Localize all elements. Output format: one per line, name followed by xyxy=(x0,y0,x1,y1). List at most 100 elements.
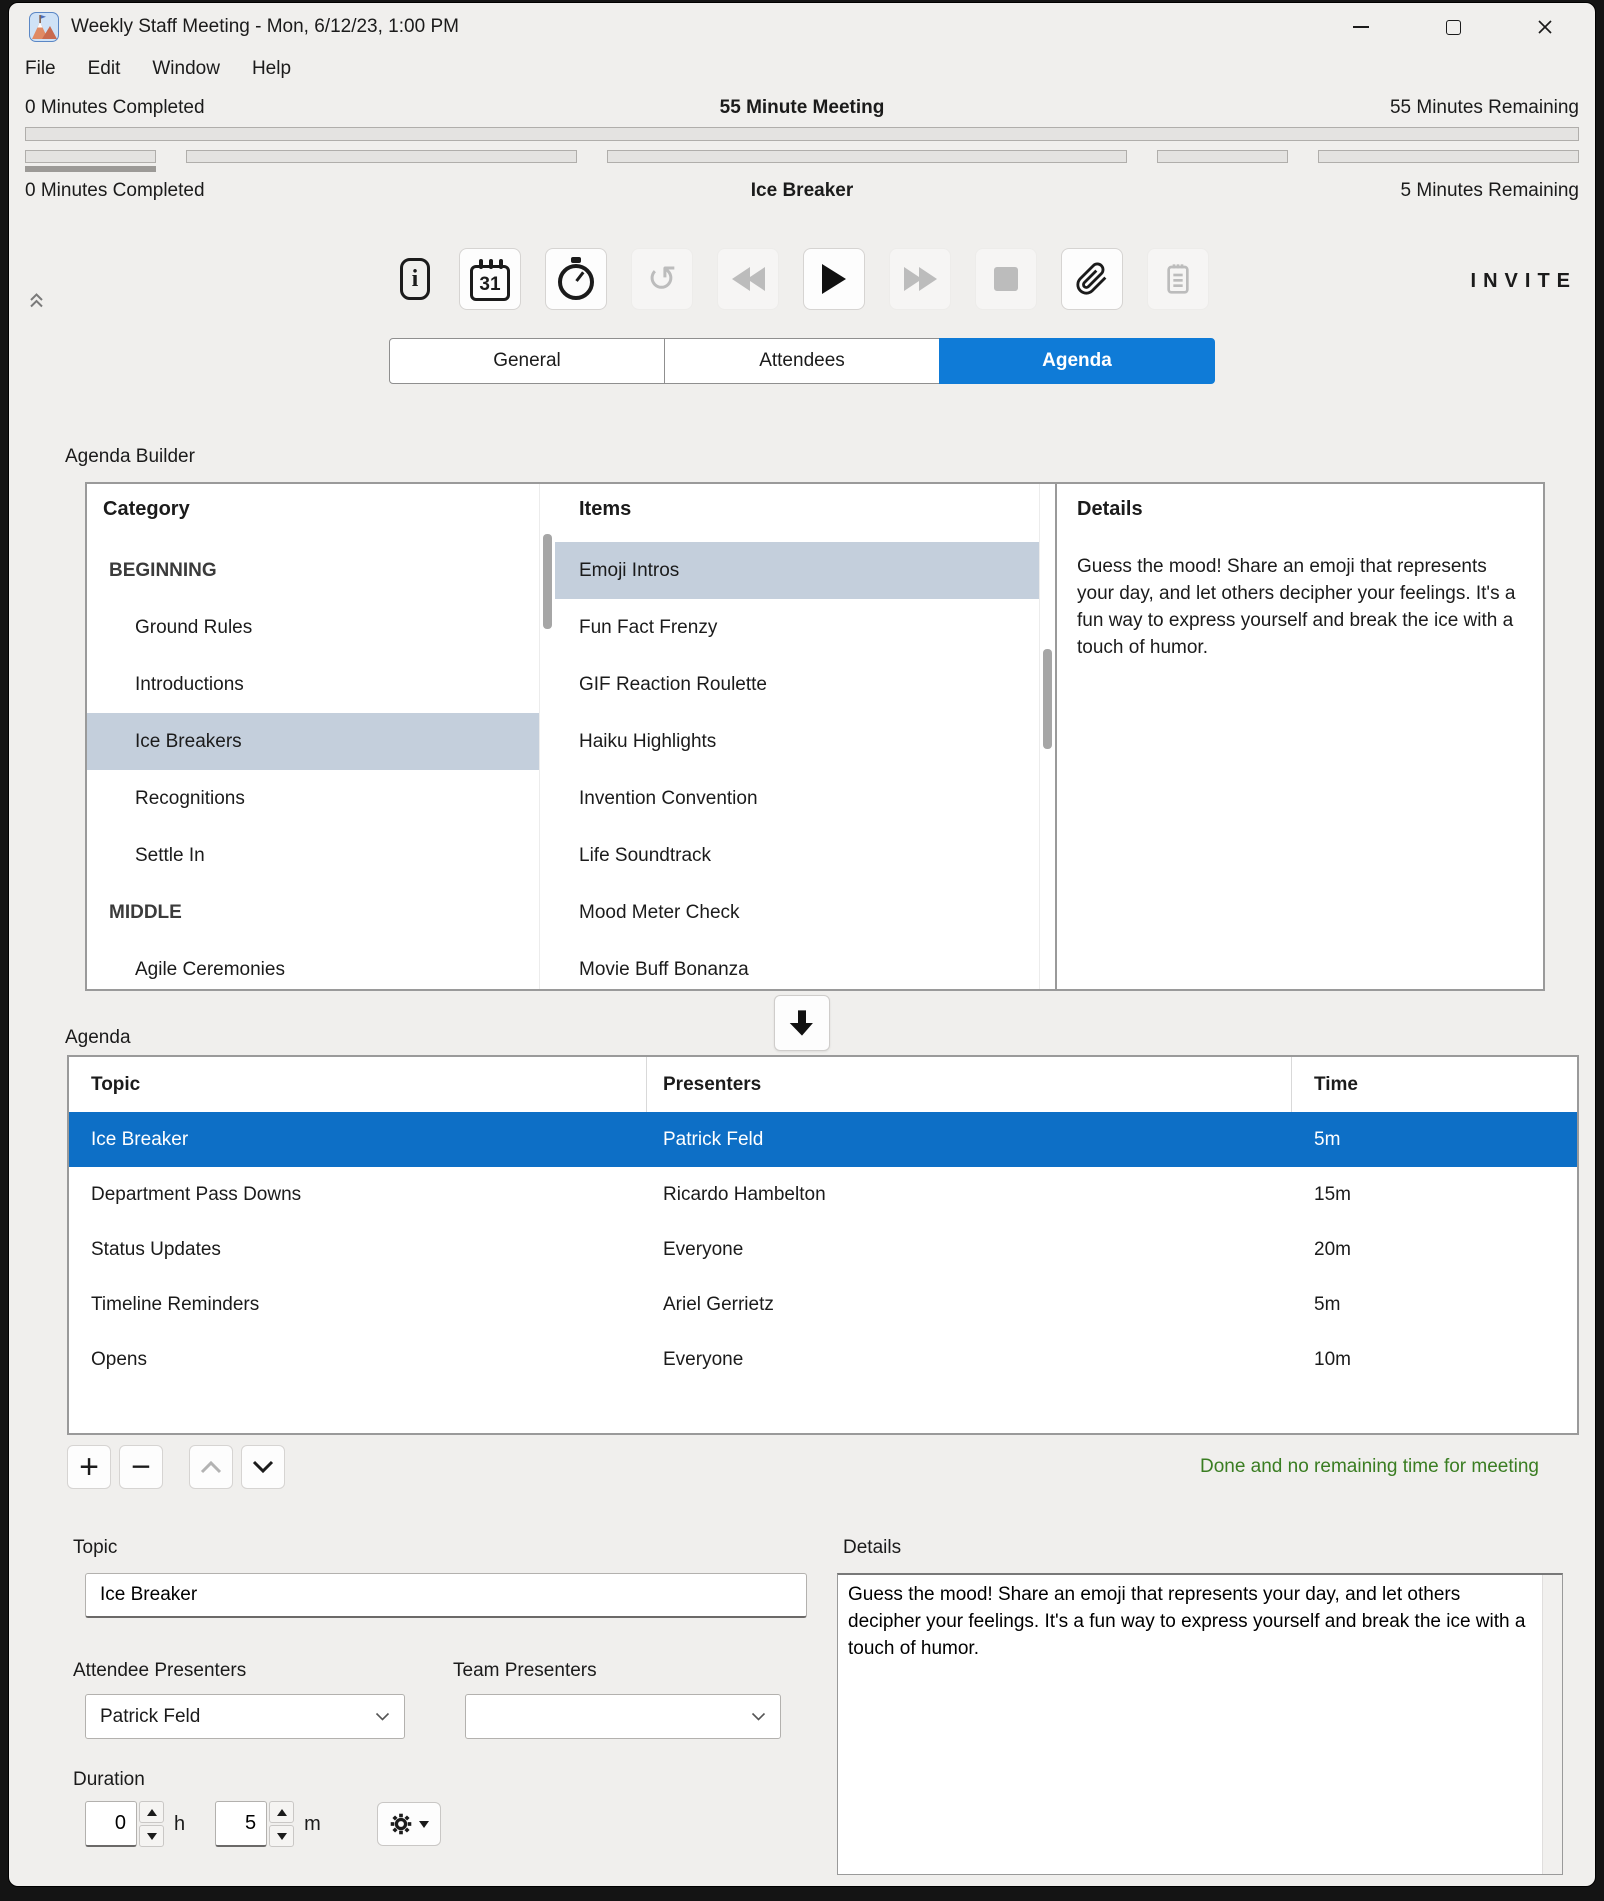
info-icon: i xyxy=(400,258,430,300)
cell-time: 20m xyxy=(1292,1239,1577,1261)
move-up-button xyxy=(189,1445,233,1489)
maximize-button[interactable] xyxy=(1439,13,1467,41)
item-row[interactable]: Mood Meter Check xyxy=(555,884,1039,941)
item-row[interactable]: Fun Fact Frenzy xyxy=(555,599,1039,656)
hours-decrement-button[interactable] xyxy=(139,1825,164,1847)
reset-button: ↺ xyxy=(631,248,693,310)
item-row[interactable]: Life Soundtrack xyxy=(555,827,1039,884)
agenda-table: Topic Presenters Time Ice Breaker Patric… xyxy=(67,1055,1579,1435)
table-row-selected[interactable]: Ice Breaker Patrick Feld 5m xyxy=(69,1112,1577,1167)
item-row-selected[interactable]: Emoji Intros xyxy=(555,542,1039,599)
calendar-button[interactable]: 31 xyxy=(459,248,521,310)
cell-topic: Ice Breaker xyxy=(69,1129,647,1151)
cell-time: 15m xyxy=(1292,1184,1577,1206)
agenda-actions: + − Done and no remaining time for meeti… xyxy=(67,1445,1579,1489)
cell-topic: Opens xyxy=(69,1349,647,1371)
team-presenters-label: Team Presenters xyxy=(447,1660,781,1686)
meeting-title: 55 Minute Meeting xyxy=(720,97,885,119)
team-presenters-dropdown[interactable] xyxy=(465,1694,781,1739)
item-details-panel: Details Guess the mood! Share an emoji t… xyxy=(1055,484,1543,989)
chevron-down-icon xyxy=(751,1712,766,1722)
attendee-presenters-dropdown[interactable]: Patrick Feld xyxy=(85,1694,405,1739)
column-header-time[interactable]: Time xyxy=(1292,1074,1577,1096)
segment-remaining-label: 5 Minutes Remaining xyxy=(1401,180,1579,202)
stop-button xyxy=(975,248,1037,310)
column-header-presenters[interactable]: Presenters xyxy=(647,1057,1292,1112)
current-segment-title: Ice Breaker xyxy=(751,180,853,202)
duration-options-button[interactable] xyxy=(377,1802,441,1846)
category-item[interactable]: Introductions xyxy=(87,656,539,713)
cell-presenters: Ariel Gerrietz xyxy=(647,1294,1292,1316)
tab-attendees[interactable]: Attendees xyxy=(664,338,940,384)
category-scrollbar-thumb[interactable] xyxy=(543,534,552,629)
item-row[interactable]: Invention Convention xyxy=(555,770,1039,827)
move-down-button[interactable] xyxy=(241,1445,285,1489)
details-textarea[interactable]: Guess the mood! Share an emoji that repr… xyxy=(838,1575,1542,1874)
table-row[interactable]: Timeline Reminders Ariel Gerrietz 5m xyxy=(69,1277,1577,1332)
items-scrollbar-thumb[interactable] xyxy=(1043,649,1052,749)
add-row-button[interactable]: + xyxy=(67,1445,111,1489)
remove-row-button[interactable]: − xyxy=(119,1445,163,1489)
attach-button[interactable] xyxy=(1061,248,1123,310)
minimize-button[interactable] xyxy=(1347,13,1375,41)
agenda-table-header: Topic Presenters Time xyxy=(69,1057,1577,1112)
topic-input[interactable] xyxy=(85,1573,807,1618)
agenda-builder-panel: Category BEGINNING Ground Rules Introduc… xyxy=(85,482,1545,991)
category-item[interactable]: Ground Rules xyxy=(87,599,539,656)
close-button[interactable] xyxy=(1531,13,1559,41)
duration-label: Duration xyxy=(67,1769,807,1795)
hours-unit-label: h xyxy=(174,1813,185,1836)
table-row[interactable]: Department Pass Downs Ricardo Hambelton … xyxy=(69,1167,1577,1222)
segment-progress-bars xyxy=(25,150,1579,172)
invite-button[interactable]: INVITE xyxy=(1471,270,1577,293)
item-row[interactable]: Movie Buff Bonanza xyxy=(555,941,1039,991)
minutes-decrement-button[interactable] xyxy=(269,1825,294,1847)
chevron-up-icon xyxy=(200,1460,222,1474)
tab-general[interactable]: General xyxy=(389,338,665,384)
duration-controls: h m xyxy=(85,1801,807,1847)
tab-agenda[interactable]: Agenda xyxy=(939,338,1215,384)
rewind-icon xyxy=(732,267,765,291)
hours-increment-button[interactable] xyxy=(139,1801,164,1823)
column-header-topic[interactable]: Topic xyxy=(69,1057,647,1112)
item-row[interactable]: Haiku Highlights xyxy=(555,713,1039,770)
category-item[interactable]: Settle In xyxy=(87,827,539,884)
add-to-agenda-button[interactable] xyxy=(774,995,830,1051)
category-item-selected[interactable]: Ice Breakers xyxy=(87,713,539,770)
collapse-panel-button[interactable] xyxy=(29,292,44,314)
category-scrollbar[interactable] xyxy=(539,484,555,989)
info-button[interactable]: i xyxy=(395,248,435,310)
duration-minutes-input[interactable] xyxy=(215,1801,267,1847)
category-item[interactable]: MIDDLE xyxy=(87,884,539,941)
menu-file[interactable]: File xyxy=(25,58,56,80)
cell-presenters: Patrick Feld xyxy=(647,1129,1292,1151)
cell-topic: Department Pass Downs xyxy=(69,1184,647,1206)
maximize-icon xyxy=(1446,20,1461,35)
cell-topic: Status Updates xyxy=(69,1239,647,1261)
segment-progress-labels: 0 Minutes Completed Ice Breaker 5 Minute… xyxy=(25,178,1579,204)
menu-help[interactable]: Help xyxy=(252,58,291,80)
notes-button xyxy=(1147,248,1209,310)
play-button[interactable] xyxy=(803,248,865,310)
minutes-increment-button[interactable] xyxy=(269,1801,294,1823)
table-row[interactable]: Status Updates Everyone 20m xyxy=(69,1222,1577,1277)
category-item[interactable]: Recognitions xyxy=(87,770,539,827)
category-item[interactable]: BEGINNING xyxy=(87,542,539,599)
duration-hours-input[interactable] xyxy=(85,1801,137,1847)
timer-button[interactable] xyxy=(545,248,607,310)
item-row[interactable]: GIF Reaction Roulette xyxy=(555,656,1039,713)
category-item[interactable]: Agile Ceremonies xyxy=(87,941,539,991)
details-scrollbar[interactable] xyxy=(1542,1575,1562,1874)
items-list: Items Emoji Intros Fun Fact Frenzy GIF R… xyxy=(555,484,1039,989)
menu-window[interactable]: Window xyxy=(152,58,220,80)
cell-presenters: Everyone xyxy=(647,1349,1292,1371)
menu-edit[interactable]: Edit xyxy=(88,58,121,80)
meeting-remaining-label: 55 Minutes Remaining xyxy=(1390,97,1579,119)
app-icon xyxy=(29,12,59,42)
table-empty-space xyxy=(69,1387,1577,1433)
segment-bar-3 xyxy=(607,150,1127,172)
meeting-completed-label: 0 Minutes Completed xyxy=(25,97,205,119)
table-row[interactable]: Opens Everyone 10m xyxy=(69,1332,1577,1387)
items-scrollbar[interactable] xyxy=(1039,484,1055,989)
notepad-icon xyxy=(1162,261,1194,297)
